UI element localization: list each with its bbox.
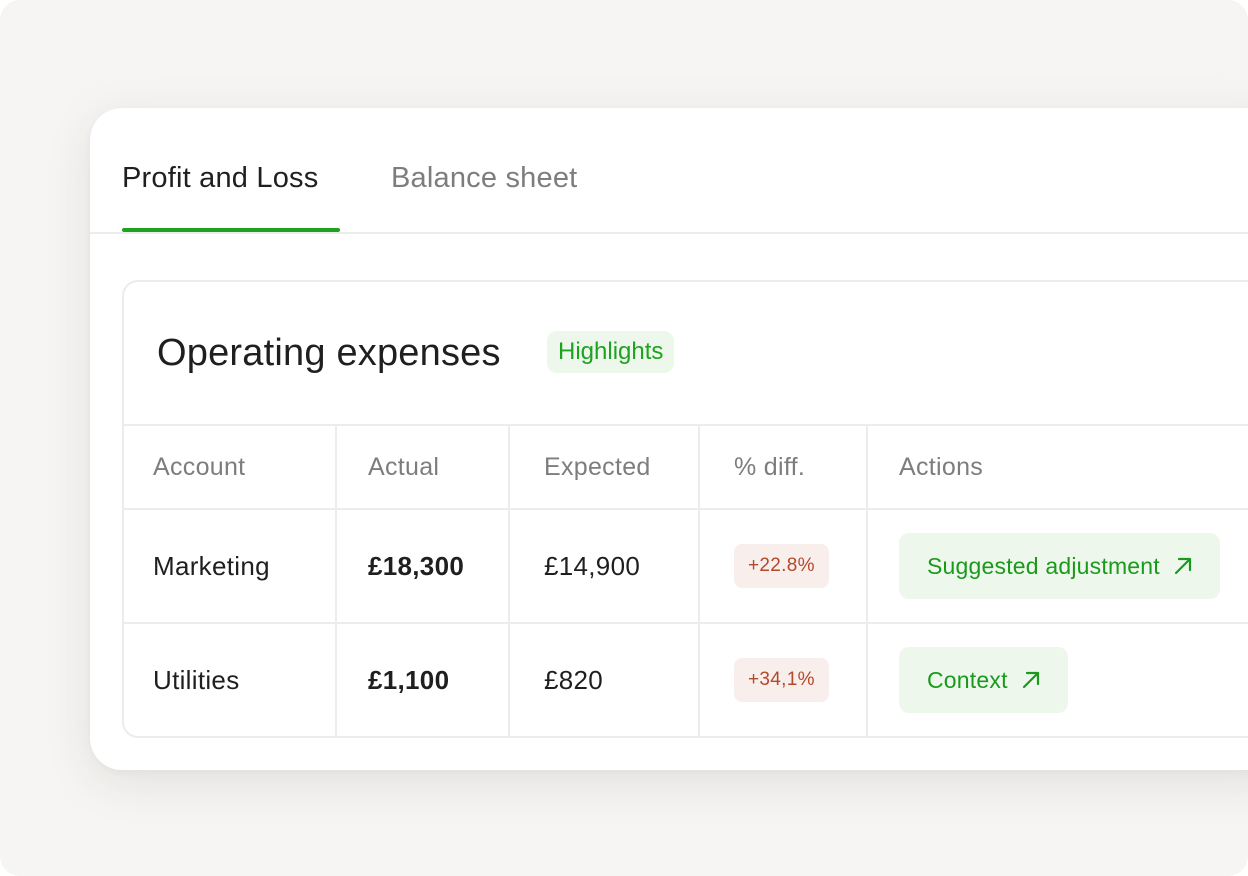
column-header-expected: Expected	[544, 452, 651, 481]
account-name: Utilities	[153, 664, 240, 695]
suggested-adjustment-button[interactable]: Suggested adjustment	[899, 533, 1220, 599]
expected-value: £820	[544, 664, 604, 695]
actual-value: £1,100	[368, 664, 450, 695]
table-row: Marketing £18,300 £14,900 +22.8% Suggest…	[124, 509, 1248, 624]
diff-badge: +34,1%	[734, 658, 829, 702]
table-header-row: Account Actual Expected % diff. Actions	[124, 426, 1248, 510]
account-name: Marketing	[153, 550, 270, 581]
diff-badge: +22.8%	[734, 544, 829, 588]
column-header-account: Account	[153, 452, 246, 481]
actual-value: £18,300	[368, 550, 465, 581]
column-header-diff: % diff.	[734, 452, 806, 481]
panel-header: Operating expenses Highlights	[124, 282, 1248, 426]
expenses-table: Account Actual Expected % diff. Actions …	[124, 426, 1248, 736]
tab-profit-and-loss[interactable]: Profit and Loss	[122, 162, 318, 195]
tab-balance-sheet[interactable]: Balance sheet	[391, 162, 577, 195]
action-button-label: Context	[927, 666, 1008, 693]
background-frame: Profit and Loss Balance sheet Operating …	[0, 0, 1248, 876]
arrow-up-right-icon	[1174, 557, 1191, 575]
highlights-badge: Highlights	[547, 331, 675, 373]
panel-title: Operating expenses	[157, 332, 501, 374]
report-card: Profit and Loss Balance sheet Operating …	[90, 108, 1248, 770]
column-header-actual: Actual	[368, 452, 440, 481]
context-button[interactable]: Context	[899, 647, 1068, 713]
expected-value: £14,900	[544, 550, 641, 581]
active-tab-indicator	[122, 228, 340, 232]
table-row: Utilities £1,100 £820 +34,1% Context	[124, 623, 1248, 736]
arrow-up-right-icon	[1022, 671, 1039, 689]
tab-bar: Profit and Loss Balance sheet	[90, 108, 1248, 234]
operating-expenses-panel: Operating expenses Highlights Account Ac…	[122, 280, 1248, 738]
column-header-actions: Actions	[899, 452, 984, 481]
action-button-label: Suggested adjustment	[927, 552, 1160, 579]
